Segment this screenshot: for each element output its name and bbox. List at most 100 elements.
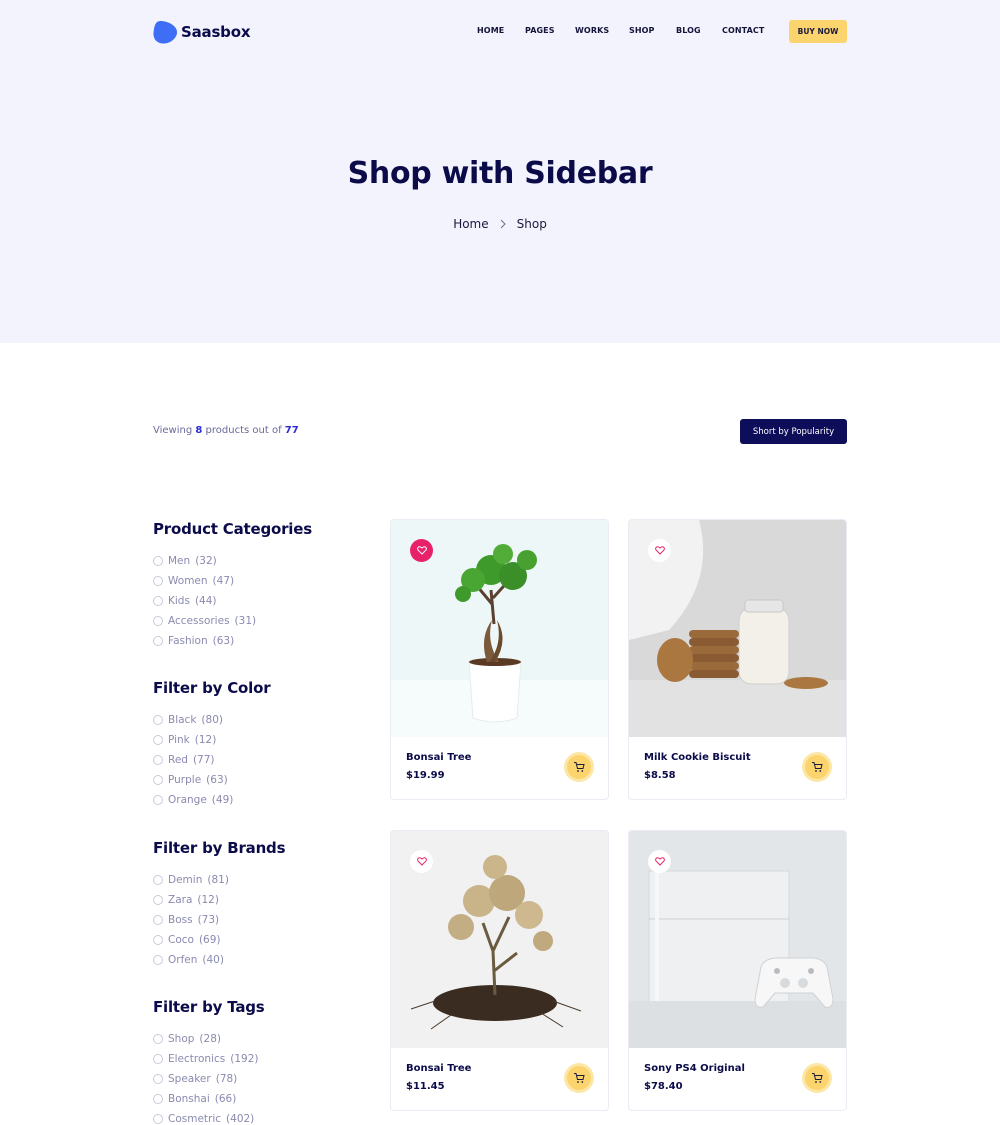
nav-blog[interactable]: BLOG [676, 26, 701, 38]
filter-option[interactable]: Boss (73) [153, 913, 219, 927]
heart-icon [654, 546, 665, 555]
buy-now-button[interactable]: BUY NOW [789, 20, 847, 43]
radio-icon[interactable] [153, 935, 163, 945]
add-to-cart-button[interactable] [802, 752, 832, 782]
nav-home[interactable]: HOME [477, 26, 504, 38]
filter-label: Bonshai [168, 1093, 210, 1105]
filter-option[interactable]: Electronics (192) [153, 1052, 258, 1066]
cart-button-inner [567, 1066, 591, 1090]
radio-icon[interactable] [153, 915, 163, 925]
filter-count: (12) [197, 894, 219, 906]
filter-option[interactable]: Accessories (31) [153, 614, 256, 628]
radio-icon[interactable] [153, 1034, 163, 1044]
radio-icon[interactable] [153, 1114, 163, 1124]
radio-icon[interactable] [153, 596, 163, 606]
brand-logo[interactable]: Saasbox [153, 20, 250, 44]
product-card[interactable]: Sony PS4 Original $78.40 [628, 830, 847, 1111]
favorite-button[interactable] [648, 850, 671, 873]
radio-icon[interactable] [153, 875, 163, 885]
filter-option[interactable]: Cosmetric (402) [153, 1112, 254, 1125]
filter-count: (63) [206, 774, 228, 786]
chevron-right-icon [500, 219, 506, 229]
sort-button[interactable]: Short by Popularity [740, 419, 847, 444]
product-name[interactable]: Sony PS4 Original [644, 1063, 745, 1074]
filter-option[interactable]: Women (47) [153, 574, 234, 588]
cart-icon [812, 1073, 823, 1083]
filter-count: (402) [226, 1113, 255, 1125]
favorite-button[interactable] [410, 539, 433, 562]
product-card[interactable]: Bonsai Tree $11.45 [390, 830, 609, 1111]
favorite-button[interactable] [410, 850, 433, 873]
filter-option[interactable]: Purple (63) [153, 773, 228, 787]
filter-label: Coco [168, 934, 194, 946]
radio-icon[interactable] [153, 616, 163, 626]
add-to-cart-button[interactable] [564, 1063, 594, 1093]
filter-label: Electronics [168, 1053, 226, 1065]
filter-option[interactable]: Black (80) [153, 713, 223, 727]
radio-icon[interactable] [153, 735, 163, 745]
radio-icon[interactable] [153, 556, 163, 566]
filter-count: (44) [194, 595, 217, 607]
radio-icon[interactable] [153, 576, 163, 586]
filter-option[interactable]: Orange (49) [153, 793, 233, 807]
product-name[interactable]: Milk Cookie Biscuit [644, 752, 751, 763]
filter-count: (69) [198, 934, 221, 946]
filter-count: (12) [194, 734, 217, 746]
radio-icon[interactable] [153, 955, 163, 965]
filter-title-brands: Filter by Brands [153, 839, 286, 857]
filter-count: (28) [199, 1033, 221, 1045]
add-to-cart-button[interactable] [564, 752, 594, 782]
filter-option[interactable]: Orfen (40) [153, 953, 224, 967]
heart-icon [654, 857, 665, 866]
filter-option[interactable]: Shop (28) [153, 1032, 221, 1046]
filter-option[interactable]: Bonshai (66) [153, 1092, 236, 1106]
radio-icon[interactable] [153, 1054, 163, 1064]
filter-label: Demin [168, 874, 203, 886]
radio-icon[interactable] [153, 1074, 163, 1084]
nav-works[interactable]: WORKS [575, 26, 609, 38]
radio-icon[interactable] [153, 895, 163, 905]
filter-option[interactable]: Demin (81) [153, 873, 229, 887]
radio-icon[interactable] [153, 715, 163, 725]
filter-option[interactable]: Men (32) [153, 554, 217, 568]
product-name[interactable]: Bonsai Tree [406, 752, 471, 763]
filter-count: (49) [211, 794, 234, 806]
brand-name: Saasbox [181, 23, 251, 41]
product-card[interactable]: Milk Cookie Biscuit $8.58 [628, 519, 847, 800]
radio-icon[interactable] [153, 775, 163, 785]
product-name[interactable]: Bonsai Tree [406, 1063, 471, 1074]
filter-option[interactable]: Kids (44) [153, 594, 217, 608]
filter-option[interactable]: Red (77) [153, 753, 215, 767]
radio-icon[interactable] [153, 1094, 163, 1104]
radio-icon[interactable] [153, 636, 163, 646]
nav-shop[interactable]: SHOP [629, 26, 655, 38]
cart-icon [574, 762, 585, 772]
cart-icon [812, 762, 823, 772]
filter-option[interactable]: Fashion (63) [153, 634, 234, 648]
product-price: $78.40 [644, 1081, 683, 1092]
radio-icon[interactable] [153, 755, 163, 765]
product-card[interactable]: Bonsai Tree $19.99 [390, 519, 609, 800]
breadcrumb-home[interactable]: Home [453, 217, 488, 231]
radio-icon[interactable] [153, 795, 163, 805]
filter-count: (66) [214, 1093, 237, 1105]
filter-option[interactable]: Coco (69) [153, 933, 221, 947]
filter-label: Men [168, 555, 191, 567]
filter-option[interactable]: Pink (12) [153, 733, 216, 747]
filter-label: Purple [168, 774, 202, 786]
nav-pages[interactable]: PAGES [525, 26, 555, 38]
results-middle: products out of [205, 425, 282, 436]
filter-count: (192) [230, 1053, 259, 1065]
filter-label: Shop [168, 1033, 195, 1045]
breadcrumb-current: Shop [516, 217, 547, 231]
results-shown: 8 [195, 425, 203, 436]
filter-count: (78) [215, 1073, 238, 1085]
heart-icon [416, 857, 427, 866]
filter-option[interactable]: Zara (12) [153, 893, 219, 907]
results-prefix: Viewing [153, 425, 193, 436]
favorite-button[interactable] [648, 539, 671, 562]
nav-contact[interactable]: CONTACT [722, 26, 764, 38]
filter-option[interactable]: Speaker (78) [153, 1072, 237, 1086]
add-to-cart-button[interactable] [802, 1063, 832, 1093]
filter-label: Orfen [168, 954, 198, 966]
